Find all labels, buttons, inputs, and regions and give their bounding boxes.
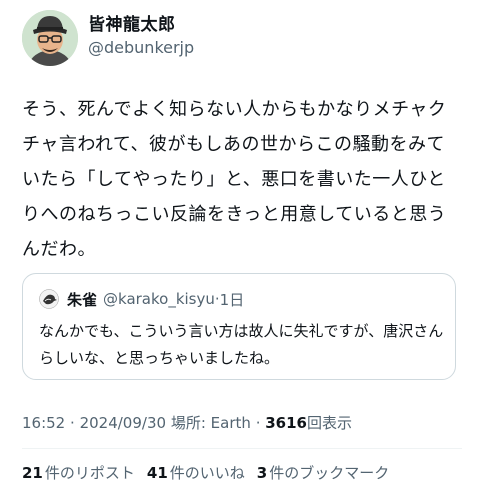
tweet-time[interactable]: 16:52 (22, 414, 65, 432)
author-names: 皆神龍太郎 @debunkerjp (88, 14, 194, 60)
bird-avatar-icon (39, 289, 59, 309)
view-count-label: 回表示 (307, 414, 353, 432)
quoted-tweet-age: 1日 (219, 290, 245, 309)
quoted-tweet-text: なんかでも、こういう言い方は故人に失礼ですが、唐沢さんらしいな、と思っちゃいまし… (39, 322, 444, 367)
quoted-author-handle: @karako_kisyu (103, 290, 215, 308)
author-display-name[interactable]: 皆神龍太郎 (88, 14, 194, 36)
dot-separator: · (70, 414, 75, 432)
tweet-text: そう、死んでよく知らない人からもかなりメチャクチャ言われて、彼がもしあの世からこ… (22, 99, 447, 260)
repost-stat[interactable]: 21 件のリポスト (22, 462, 135, 483)
like-label: 件のいいね (169, 464, 245, 482)
tweet-header: 皆神龍太郎 @debunkerjp (22, 10, 462, 70)
author-handle[interactable]: @debunkerjp (88, 36, 194, 60)
tweet-metadata: 16:52 · 2024/09/30 場所: Earth · 3616回表示 (22, 412, 462, 433)
bookmark-label: 件のブックマーク (269, 464, 390, 482)
dot-separator: · (255, 414, 261, 432)
view-count: 3616 (265, 414, 307, 432)
location-label: 場所: (170, 414, 206, 432)
like-stat[interactable]: 41 件のいいね (147, 462, 245, 483)
avatar[interactable] (22, 10, 78, 66)
cartoon-man-avatar-icon (22, 10, 78, 66)
engagement-stats: 21 件のリポスト 41 件のいいね 3 件のブックマーク (22, 462, 462, 483)
quoted-tweet[interactable]: 朱雀 @karako_kisyu · 1日 なんかでも、こういう言い方は故人に失… (22, 273, 456, 380)
bookmark-count: 3 (256, 464, 268, 482)
location-value: Earth (210, 414, 251, 432)
quoted-tweet-header: 朱雀 @karako_kisyu · 1日 (39, 288, 244, 310)
bookmark-stat[interactable]: 3 件のブックマーク (257, 462, 389, 483)
divider (22, 448, 462, 449)
quoted-author-name: 朱雀 (67, 290, 98, 309)
repost-count: 21 (22, 464, 43, 482)
like-count: 41 (146, 464, 168, 482)
repost-label: 件のリポスト (44, 464, 135, 482)
tweet-date[interactable]: 2024/09/30 (80, 414, 166, 432)
